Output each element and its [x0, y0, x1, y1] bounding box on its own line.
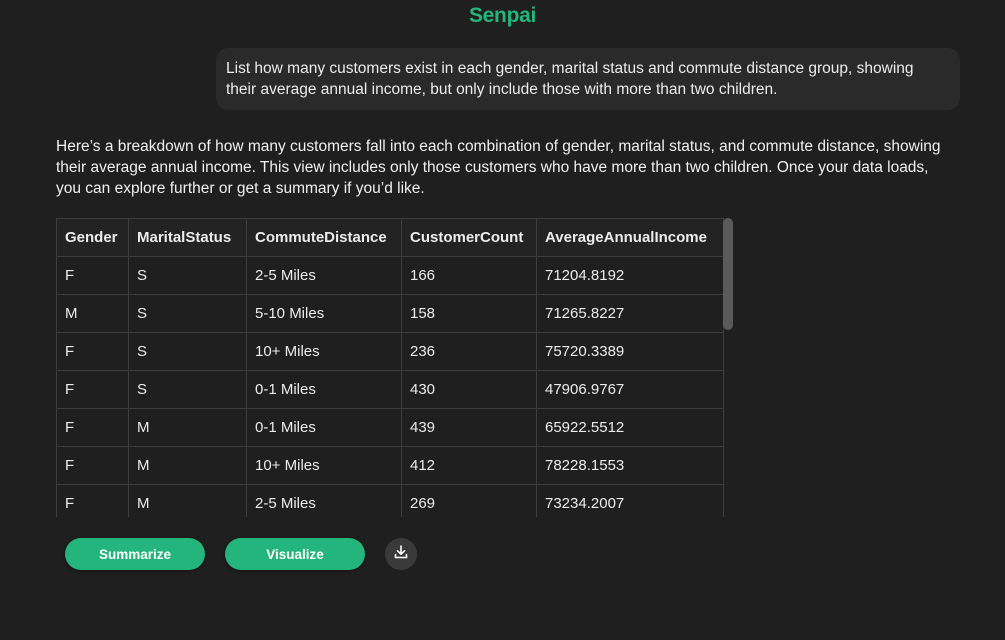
table-cell: 10+ Miles [246, 332, 402, 371]
visualize-button[interactable]: Visualize [225, 538, 365, 570]
table-cell: 75720.3389 [536, 332, 724, 371]
table-row: M S 5-10 Miles 158 71265.8227 [56, 294, 724, 333]
table-row: F M 2-5 Miles 269 73234.2007 [56, 484, 724, 517]
table-cell: 10+ Miles [246, 446, 402, 485]
table-cell: F [56, 370, 129, 409]
results-table-container[interactable]: Gender MaritalStatus CommuteDistance Cus… [56, 218, 734, 517]
table-cell: 412 [401, 446, 537, 485]
table-row: F M 0-1 Miles 439 65922.5512 [56, 408, 724, 447]
table-cell: M [128, 446, 247, 485]
table-cell: 0-1 Miles [246, 408, 402, 447]
column-header-customer-count[interactable]: CustomerCount [401, 218, 537, 257]
summarize-button[interactable]: Summarize [65, 538, 205, 570]
table-cell: 269 [401, 484, 537, 517]
table-cell: S [128, 332, 247, 371]
table-cell: 47906.9767 [536, 370, 724, 409]
results-table: Gender MaritalStatus CommuteDistance Cus… [56, 218, 724, 517]
table-cell: 439 [401, 408, 537, 447]
table-row: F S 0-1 Miles 430 47906.9767 [56, 370, 724, 409]
table-cell: 2-5 Miles [246, 256, 402, 295]
table-cell: S [128, 370, 247, 409]
table-cell: S [128, 294, 247, 333]
table-cell: 236 [401, 332, 537, 371]
table-cell: 71204.8192 [536, 256, 724, 295]
table-scrollbar[interactable] [723, 218, 733, 517]
table-cell: 73234.2007 [536, 484, 724, 517]
column-header-average-annual-income[interactable]: AverageAnnualIncome [536, 218, 724, 257]
table-cell: 78228.1553 [536, 446, 724, 485]
table-row: F S 10+ Miles 236 75720.3389 [56, 332, 724, 371]
table-cell: 71265.8227 [536, 294, 724, 333]
app-title: Senpai [468, 4, 537, 27]
column-header-gender[interactable]: Gender [56, 218, 129, 257]
table-cell: 166 [401, 256, 537, 295]
table-header-row: Gender MaritalStatus CommuteDistance Cus… [56, 218, 724, 257]
table-cell: M [128, 484, 247, 517]
user-message-bubble: List how many customers exist in each ge… [216, 48, 960, 110]
table-cell: 158 [401, 294, 537, 333]
table-cell: F [56, 446, 129, 485]
table-cell: S [128, 256, 247, 295]
table-cell: 5-10 Miles [246, 294, 402, 333]
table-cell: F [56, 408, 129, 447]
table-cell: F [56, 484, 129, 517]
download-button[interactable] [385, 538, 417, 570]
table-cell: M [128, 408, 247, 447]
assistant-message: Here’s a breakdown of how many customers… [56, 138, 941, 197]
column-header-commute-distance[interactable]: CommuteDistance [246, 218, 402, 257]
scrollbar-thumb[interactable] [723, 218, 733, 330]
table-cell: M [56, 294, 129, 333]
table-cell: 430 [401, 370, 537, 409]
table-cell: 65922.5512 [536, 408, 724, 447]
table-cell: F [56, 332, 129, 371]
download-icon [393, 544, 409, 565]
table-row: F M 10+ Miles 412 78228.1553 [56, 446, 724, 485]
table-cell: F [56, 256, 129, 295]
column-header-marital-status[interactable]: MaritalStatus [128, 218, 247, 257]
table-row: F S 2-5 Miles 166 71204.8192 [56, 256, 724, 295]
table-cell: 2-5 Miles [246, 484, 402, 517]
table-cell: 0-1 Miles [246, 370, 402, 409]
